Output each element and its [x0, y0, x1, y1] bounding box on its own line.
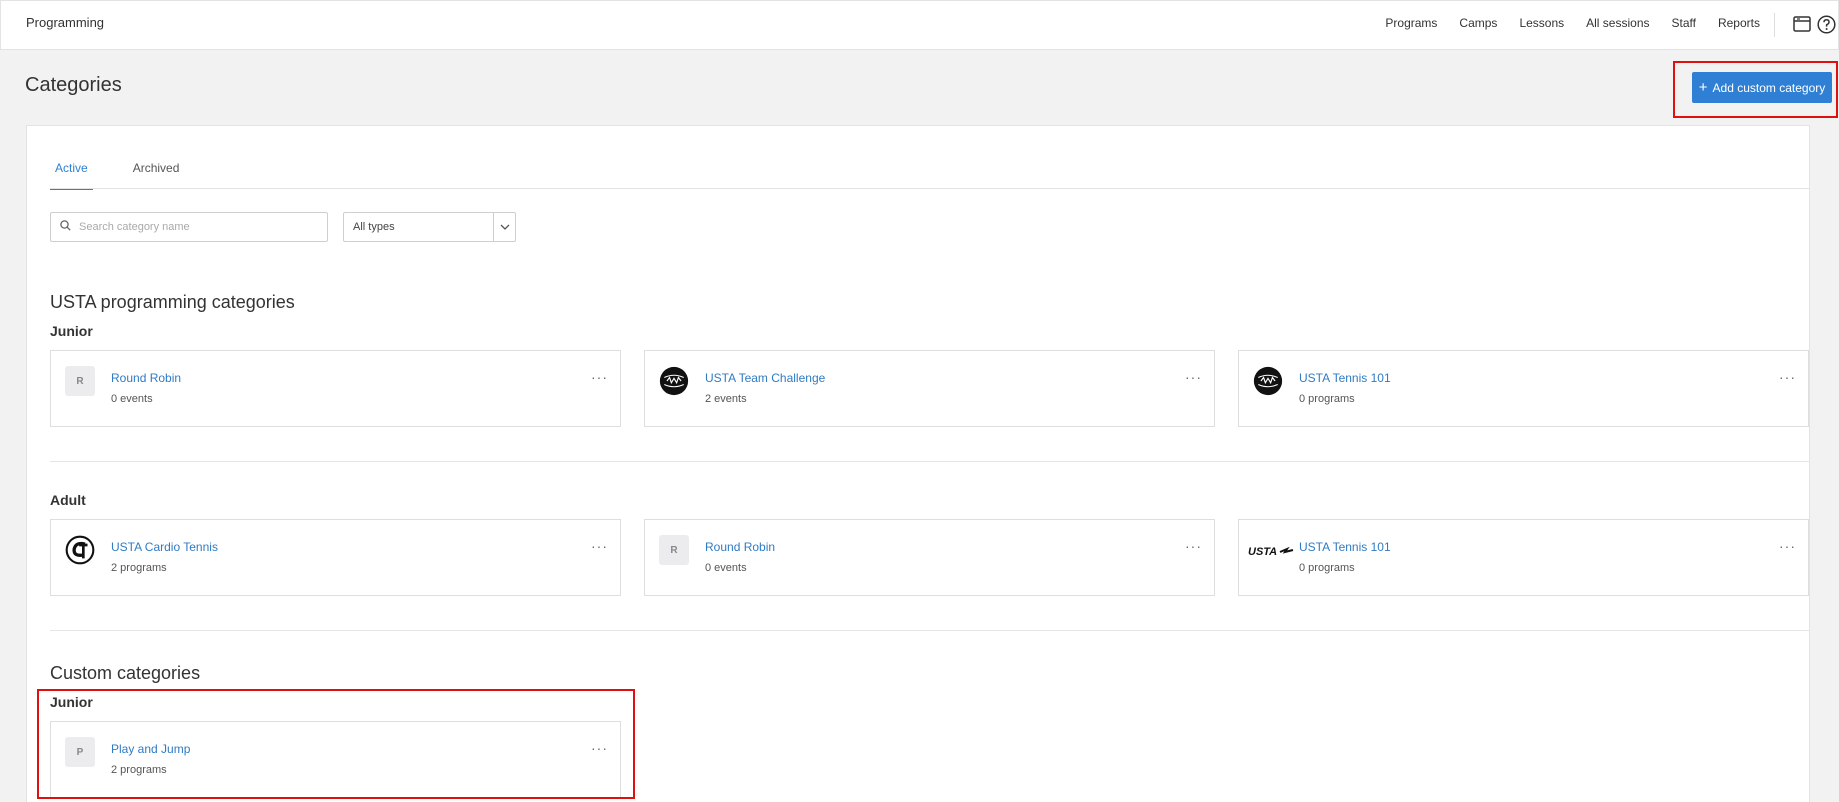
- category-meta: 0 events: [705, 562, 747, 574]
- section-divider: [50, 461, 1810, 462]
- letter-avatar: R: [65, 366, 95, 396]
- search-input[interactable]: [79, 221, 309, 233]
- window-icon[interactable]: [1792, 14, 1812, 34]
- search-icon: [60, 218, 71, 236]
- nav-programs[interactable]: Programs: [1385, 16, 1437, 30]
- category-name[interactable]: USTA Tennis 101: [1299, 371, 1391, 385]
- letter-avatar: P: [65, 737, 95, 767]
- more-options-icon[interactable]: ···: [591, 740, 608, 756]
- category-meta: 2 programs: [111, 562, 167, 574]
- nav-staff[interactable]: Staff: [1672, 16, 1696, 30]
- top-nav: Programs Camps Lessons All sessions Staf…: [1385, 16, 1760, 30]
- type-select-value: All types: [353, 221, 395, 233]
- tab-archived[interactable]: Archived: [128, 161, 185, 190]
- category-name[interactable]: Round Robin: [705, 540, 775, 554]
- top-bar: Programming Programs Camps Lessons All s…: [0, 0, 1839, 50]
- custom-junior-label: Junior: [50, 694, 93, 710]
- add-custom-category-button[interactable]: + Add custom category: [1692, 72, 1832, 103]
- page-title: Categories: [25, 74, 122, 96]
- tabs-divider: [50, 188, 1810, 189]
- category-card[interactable]: P Play and Jump 2 programs ···: [50, 721, 621, 798]
- type-select[interactable]: All types: [343, 212, 516, 242]
- usta-logo-icon: USTA: [1247, 535, 1295, 565]
- add-custom-category-label: Add custom category: [1712, 80, 1826, 95]
- cardio-tennis-logo-icon: [65, 535, 95, 565]
- app-title: Programming: [26, 15, 105, 30]
- netgen-logo-icon: [1253, 366, 1283, 396]
- nav-all-sessions[interactable]: All sessions: [1586, 16, 1649, 30]
- svg-text:USTA: USTA: [1248, 546, 1277, 558]
- category-meta: 0 events: [111, 393, 153, 405]
- nav-camps[interactable]: Camps: [1459, 16, 1497, 30]
- category-card[interactable]: R Round Robin 0 events ···: [50, 350, 621, 427]
- nav-divider: [1774, 13, 1775, 37]
- category-card[interactable]: R Round Robin 0 events ···: [644, 519, 1215, 596]
- category-card[interactable]: USTA USTA Tennis 101 0 programs ···: [1238, 519, 1809, 596]
- category-card[interactable]: USTA Cardio Tennis 2 programs ···: [50, 519, 621, 596]
- netgen-logo-icon: [659, 366, 689, 396]
- letter-avatar: R: [659, 535, 689, 565]
- chevron-down-icon: [493, 213, 515, 241]
- category-card[interactable]: USTA Tennis 101 0 programs ···: [1238, 350, 1809, 427]
- more-options-icon[interactable]: ···: [1185, 538, 1202, 554]
- category-name[interactable]: USTA Team Challenge: [705, 371, 825, 385]
- category-meta: 0 programs: [1299, 562, 1355, 574]
- category-name[interactable]: USTA Cardio Tennis: [111, 540, 218, 554]
- category-name[interactable]: USTA Tennis 101: [1299, 540, 1391, 554]
- tab-active[interactable]: Active: [50, 161, 93, 190]
- more-options-icon[interactable]: ···: [1779, 538, 1796, 554]
- more-options-icon[interactable]: ···: [1185, 369, 1202, 385]
- more-options-icon[interactable]: ···: [1779, 369, 1796, 385]
- category-meta: 2 events: [705, 393, 747, 405]
- section-divider: [50, 630, 1810, 631]
- category-name[interactable]: Play and Jump: [111, 742, 190, 756]
- category-name[interactable]: Round Robin: [111, 371, 181, 385]
- category-meta: 2 programs: [111, 764, 167, 776]
- nav-lessons[interactable]: Lessons: [1519, 16, 1564, 30]
- more-options-icon[interactable]: ···: [591, 538, 608, 554]
- plus-icon: +: [1698, 78, 1708, 96]
- more-options-icon[interactable]: ···: [591, 369, 608, 385]
- category-meta: 0 programs: [1299, 393, 1355, 405]
- usta-junior-label: Junior: [50, 323, 93, 339]
- category-card[interactable]: USTA Team Challenge 2 events ···: [644, 350, 1215, 427]
- nav-reports[interactable]: Reports: [1718, 16, 1760, 30]
- help-icon[interactable]: [1816, 14, 1836, 34]
- usta-section-title: USTA programming categories: [50, 292, 295, 312]
- usta-adult-label: Adult: [50, 492, 86, 508]
- categories-panel: Active Archived All types USTA programmi…: [26, 125, 1810, 802]
- search-box[interactable]: [50, 212, 328, 242]
- tabs: Active Archived: [50, 161, 184, 190]
- custom-section-title: Custom categories: [50, 663, 201, 683]
